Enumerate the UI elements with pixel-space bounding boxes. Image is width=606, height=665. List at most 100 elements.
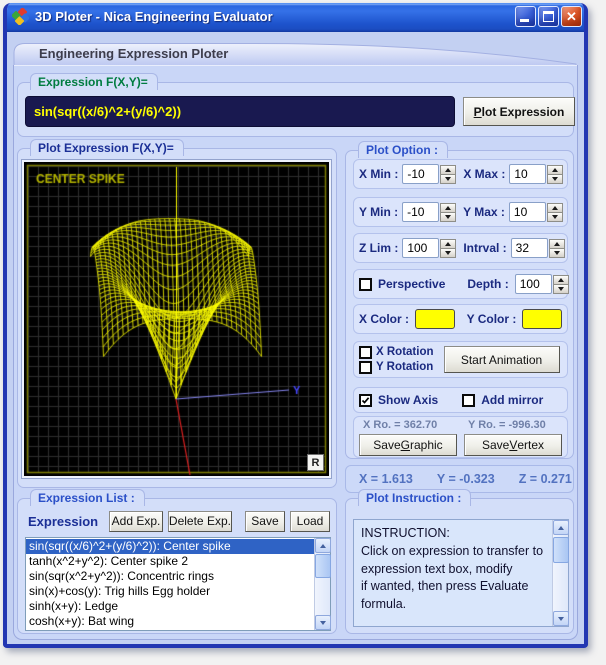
plot-group: Plot Expression F(X,Y)= R: [17, 148, 337, 488]
expression-list-items: sin(sqr((x/6)^2+(y/6)^2)): Center spiket…: [26, 538, 314, 630]
scroll-down-icon: [558, 617, 564, 621]
start-animation-button[interactable]: Start Animation: [444, 346, 560, 373]
add-mirror-checkbox[interactable]: [462, 394, 475, 407]
status-z: Z = 0.271: [519, 472, 572, 486]
z-lim-spin-down[interactable]: [440, 248, 456, 258]
button-text: Save: [482, 438, 509, 452]
show-axis-checkbox[interactable]: [359, 394, 372, 407]
x-color-swatch[interactable]: [415, 309, 455, 329]
tab-engineering-expression-ploter[interactable]: Engineering Expression Ploter: [39, 46, 228, 61]
scroll-down-icon: [320, 621, 326, 625]
list-item[interactable]: sin(x)+cos(y): Trig hills Egg holder: [26, 584, 314, 599]
list-item[interactable]: cosh(x+y): Bat wing: [26, 614, 314, 629]
spin-up-icon: [554, 242, 560, 246]
window-title: 3D Ploter - Nica Engineering Evaluator: [35, 9, 515, 24]
instruction-scrollbar[interactable]: [552, 520, 568, 626]
x-min-spin-down[interactable]: [440, 174, 456, 184]
spin-up-icon: [445, 168, 451, 172]
x-max-spin-down[interactable]: [547, 174, 563, 184]
list-scrollbar[interactable]: [314, 538, 330, 630]
spin-down-icon: [558, 287, 564, 291]
maximize-button[interactable]: [538, 6, 559, 27]
title-bar[interactable]: 3D Ploter - Nica Engineering Evaluator ✕: [3, 3, 588, 32]
depth-label: Depth :: [467, 277, 508, 291]
scroll-thumb[interactable]: [315, 554, 331, 578]
save-graphic-button[interactable]: Save Graphic: [359, 434, 457, 456]
y-min-spin-down[interactable]: [440, 212, 456, 222]
app-window: 3D Ploter - Nica Engineering Evaluator ✕…: [3, 3, 588, 648]
y-max-field[interactable]: 10: [509, 202, 546, 222]
axis-mirror-row: Show Axis Add mirror: [353, 387, 568, 413]
y-color-label: Y Color :: [467, 312, 517, 326]
load-list-button[interactable]: Load: [290, 511, 330, 532]
expression-list-header: Expression Add Exp. Delete Exp. Save Loa…: [28, 509, 330, 533]
plot-option-group-label: Plot Option :: [358, 141, 448, 158]
expression-input[interactable]: sin(sqr((x/6)^2+(y/6)^2)): [25, 96, 455, 127]
list-item[interactable]: sinh(x+y): Ledge: [26, 599, 314, 614]
scroll-up-icon: [558, 526, 564, 530]
y-min-spinner: -10: [402, 202, 456, 222]
expression-value: sin(sqr((x/6)^2+(y/6)^2)): [34, 104, 181, 119]
expression-listbox[interactable]: sin(sqr((x/6)^2+(y/6)^2)): Center spiket…: [25, 537, 331, 631]
depth-spinner: 100: [515, 274, 569, 294]
intrval-field[interactable]: 32: [511, 238, 548, 258]
perspective-checkbox[interactable]: [359, 278, 372, 291]
intrval-spinner: 32: [511, 238, 565, 258]
x-min-field[interactable]: -10: [402, 164, 439, 184]
add-mirror-label: Add mirror: [481, 393, 543, 407]
y-max-spin-down[interactable]: [547, 212, 563, 222]
plot-reset-button[interactable]: R: [307, 454, 324, 471]
y-rotation-checkbox[interactable]: [359, 361, 372, 374]
scroll-up-button[interactable]: [315, 538, 331, 553]
y-min-field[interactable]: -10: [402, 202, 439, 222]
y-max-spinner: 10: [509, 202, 563, 222]
scroll-down-button[interactable]: [315, 615, 331, 630]
spin-up-icon: [558, 278, 564, 282]
intrval-spin-down[interactable]: [549, 248, 565, 258]
save-vertex-button[interactable]: Save Vertex: [464, 434, 562, 456]
scroll-thumb[interactable]: [553, 537, 569, 563]
x-rotation-checkbox[interactable]: [359, 346, 372, 359]
plot-canvas[interactable]: [24, 162, 329, 476]
zlim-row: Z Lim : 100 Intrval : 32: [353, 233, 568, 263]
scroll-down-button[interactable]: [553, 611, 569, 626]
depth-field[interactable]: 100: [515, 274, 552, 294]
spin-down-icon: [552, 215, 558, 219]
button-text: Save: [373, 438, 400, 452]
status-y: Y = -0.323: [437, 472, 495, 486]
expression-list-group-label: Expression List :: [30, 489, 145, 506]
close-button[interactable]: ✕: [561, 6, 582, 27]
save-list-button[interactable]: Save: [245, 511, 285, 532]
spin-up-icon: [445, 206, 451, 210]
instruction-box[interactable]: INSTRUCTION: Click on expression to tran…: [353, 519, 569, 627]
add-expression-button[interactable]: Add Exp.: [109, 511, 163, 532]
depth-spin-down[interactable]: [553, 284, 569, 294]
z-lim-field[interactable]: 100: [402, 238, 439, 258]
close-icon: ✕: [562, 7, 581, 26]
y-color-swatch[interactable]: [522, 309, 562, 329]
scroll-up-button[interactable]: [553, 520, 569, 535]
x-min-spinner: -10: [402, 164, 456, 184]
spin-up-icon: [552, 206, 558, 210]
intrval-label: Intrval :: [463, 241, 506, 255]
expression-group: Expression F(X,Y)= sin(sqr((x/6)^2+(y/6)…: [17, 82, 574, 137]
minimize-button[interactable]: [515, 6, 536, 27]
list-item[interactable]: sin(sqr((x/6)^2+(y/6)^2)): Center spike: [26, 539, 314, 554]
button-text-underlined: G: [401, 438, 410, 452]
x-max-field[interactable]: 10: [509, 164, 546, 184]
y-rotation-label: Y Rotation: [376, 361, 433, 373]
plot-expression-button[interactable]: Plot Expression: [463, 97, 575, 126]
plot-group-label: Plot Expression F(X,Y)=: [30, 139, 184, 156]
y-rotation-value: Y Ro. = -996.30: [468, 419, 562, 431]
minimize-icon: [520, 19, 529, 22]
spin-up-icon: [445, 242, 451, 246]
xrange-row: X Min : -10 X Max : 10: [353, 159, 568, 189]
button-text: raphic: [410, 438, 443, 452]
delete-expression-button[interactable]: Delete Exp.: [168, 511, 232, 532]
x-rotation-label: X Rotation: [376, 346, 434, 358]
plot-option-group: Plot Option : X Min : -10 X Max : 10 Y M…: [345, 150, 574, 459]
list-item[interactable]: tanh(x^2+y^2): Center spike 2: [26, 554, 314, 569]
list-item[interactable]: sin(sqr(x^2+y^2)): Concentric rings: [26, 569, 314, 584]
expression-list-group: Expression List : Expression Add Exp. De…: [17, 498, 337, 634]
button-text: lot Expression: [482, 105, 565, 119]
